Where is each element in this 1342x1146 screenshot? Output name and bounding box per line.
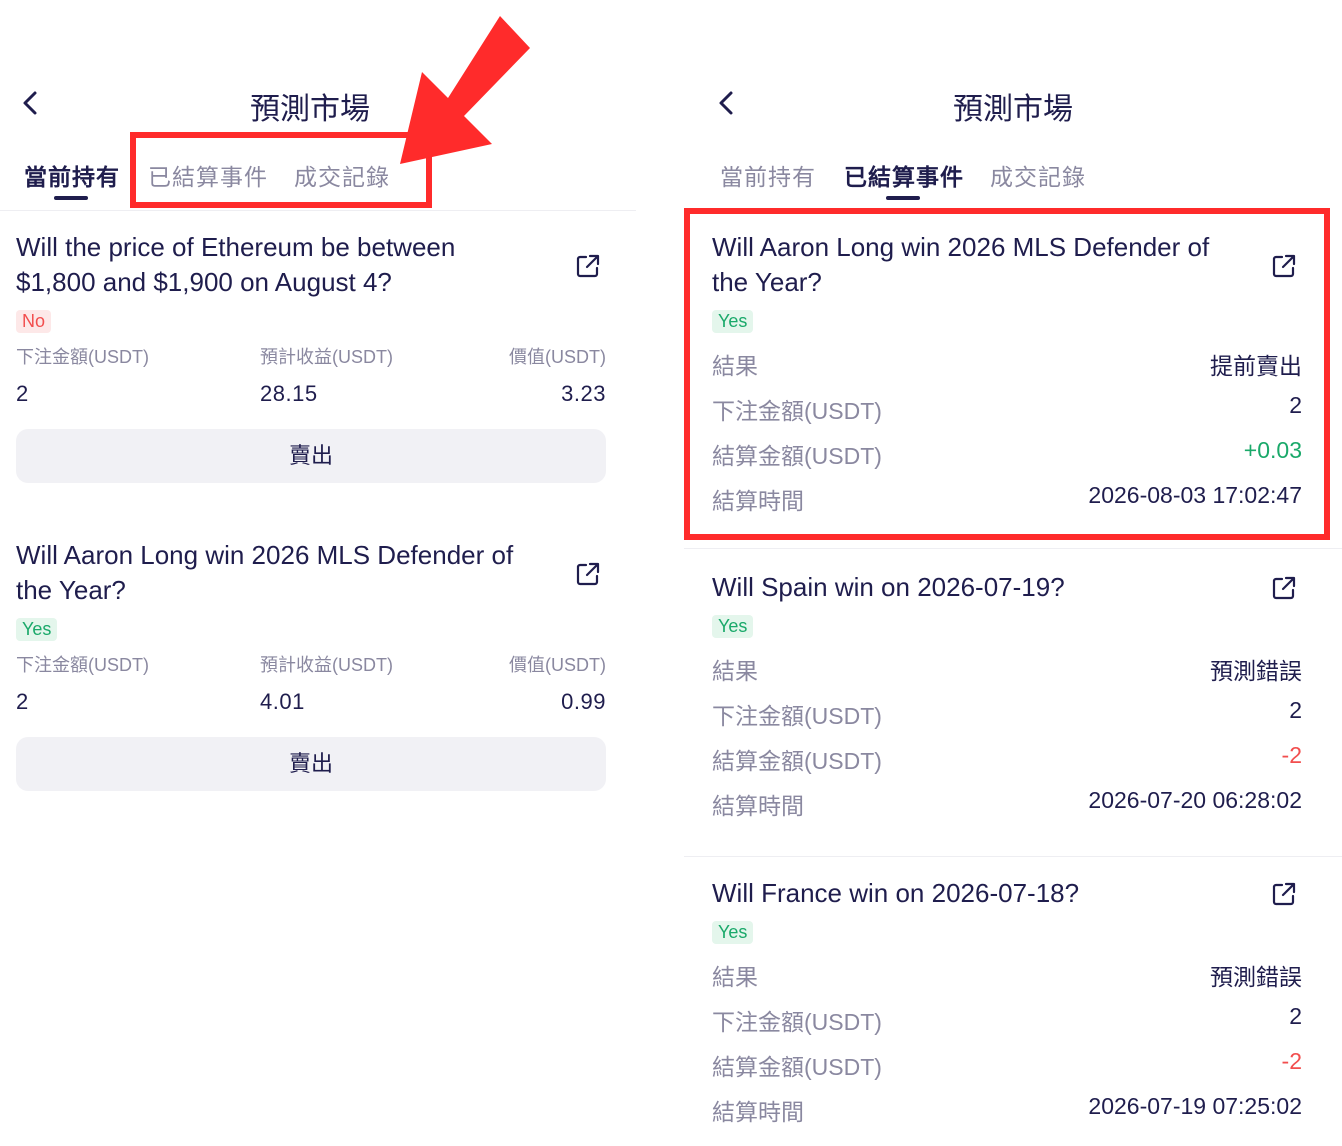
settle-amount-label: 結算金額(USDT): [712, 748, 882, 774]
outcome-badge: No: [16, 310, 52, 333]
tab-bar: 當前持有 已結算事件 成交記錄: [684, 158, 1342, 210]
highlight-box: [130, 132, 432, 208]
stat-labels: 下注金額(USDT) 預計收益(USDT) 價值(USDT): [16, 651, 606, 681]
bet-row: 下注金額(USDT) 2: [712, 697, 1302, 742]
settle-time-label: 結算時間: [712, 793, 804, 819]
active-tab-indicator: [886, 196, 920, 200]
external-link-icon[interactable]: [1270, 880, 1298, 908]
outcome-badge: Yes: [712, 615, 754, 638]
settled-card: Will France win on 2026-07-18? Yes 結果 預測錯…: [712, 876, 1302, 1138]
bet-amount: 2: [1289, 1003, 1302, 1029]
page-title: 預測市場: [953, 93, 1073, 126]
header: 預測市場: [684, 78, 1342, 130]
time-row: 結算時間 2026-07-19 07:25:02: [712, 1093, 1302, 1138]
result-row: 結果 預測錯誤: [712, 958, 1302, 1003]
header: 預測市場: [0, 78, 636, 130]
settle-row: 結算金額(USDT) -2: [712, 1048, 1302, 1093]
bet-amount-label: 下注金額(USDT): [712, 1009, 882, 1035]
market-question[interactable]: Will France win on 2026-07-18?: [712, 876, 1252, 911]
result-value: 預測錯誤: [1210, 658, 1302, 684]
holding-card: Will the price of Ethereum be between $1…: [16, 230, 606, 483]
value-label: 價值(USDT): [509, 347, 606, 367]
pointer-arrow-icon: [400, 16, 530, 164]
divider: [684, 548, 1342, 549]
result-row: 結果 預測錯誤: [712, 652, 1302, 697]
market-question[interactable]: Will Aaron Long win 2026 MLS Defender of…: [16, 538, 536, 608]
expected-return-label: 預計收益(USDT): [260, 347, 393, 367]
expected-return: 4.01: [260, 689, 305, 714]
bet-amount-label: 下注金額(USDT): [16, 347, 149, 367]
settle-amount: -2: [1281, 742, 1302, 768]
sell-button[interactable]: 賣出: [16, 737, 606, 791]
settle-time: 2026-07-19 07:25:02: [1088, 1093, 1302, 1119]
market-question[interactable]: Will Spain win on 2026-07-19?: [712, 570, 1252, 605]
result-label: 結果: [712, 964, 758, 990]
expected-return-label: 預計收益(USDT): [260, 655, 393, 675]
settle-time-label: 結算時間: [712, 1099, 804, 1125]
bet-amount-label: 下注金額(USDT): [712, 703, 882, 729]
tab-current-holdings[interactable]: 當前持有: [24, 158, 120, 192]
position-value: 0.99: [561, 689, 606, 714]
bet-amount-label: 下注金額(USDT): [16, 655, 149, 675]
settled-card: Will Spain win on 2026-07-19? Yes 結果 預測錯誤…: [712, 570, 1302, 832]
divider: [0, 210, 636, 211]
tab-trade-records[interactable]: 成交記錄: [990, 158, 1086, 192]
result-value: 預測錯誤: [1210, 964, 1302, 990]
left-screen: 預測市場 當前持有 已結算事件 成交記錄 Will the price of E…: [0, 0, 636, 1146]
highlight-box: [684, 208, 1330, 540]
value-label: 價值(USDT): [509, 655, 606, 675]
active-tab-indicator: [54, 196, 88, 200]
tab-current-holdings[interactable]: 當前持有: [720, 158, 816, 192]
external-link-icon[interactable]: [1270, 574, 1298, 602]
bet-amount: 2: [1289, 697, 1302, 723]
stat-values: 2 28.15 3.23: [16, 381, 606, 411]
tab-settled-events[interactable]: 已結算事件: [844, 158, 964, 192]
position-value: 3.23: [561, 381, 606, 406]
result-label: 結果: [712, 658, 758, 684]
sell-button[interactable]: 賣出: [16, 429, 606, 483]
settle-amount: -2: [1281, 1048, 1302, 1074]
market-question[interactable]: Will the price of Ethereum be between $1…: [16, 230, 536, 300]
bet-amount: 2: [16, 689, 29, 714]
bet-row: 下注金額(USDT) 2: [712, 1003, 1302, 1048]
settle-time: 2026-07-20 06:28:02: [1088, 787, 1302, 813]
expected-return: 28.15: [260, 381, 318, 406]
divider: [684, 856, 1342, 857]
time-row: 結算時間 2026-07-20 06:28:02: [712, 787, 1302, 832]
external-link-icon[interactable]: [574, 560, 602, 588]
bet-amount: 2: [16, 381, 29, 406]
outcome-badge: Yes: [16, 618, 58, 641]
settle-amount-label: 結算金額(USDT): [712, 1054, 882, 1080]
external-link-icon[interactable]: [574, 252, 602, 280]
holding-card: Will Aaron Long win 2026 MLS Defender of…: [16, 538, 606, 791]
outcome-badge: Yes: [712, 921, 754, 944]
stat-values: 2 4.01 0.99: [16, 689, 606, 719]
right-screen: 預測市場 當前持有 已結算事件 成交記錄 Will Aaron Long win…: [684, 0, 1342, 1146]
stat-labels: 下注金額(USDT) 預計收益(USDT) 價值(USDT): [16, 343, 606, 373]
settle-row: 結算金額(USDT) -2: [712, 742, 1302, 787]
